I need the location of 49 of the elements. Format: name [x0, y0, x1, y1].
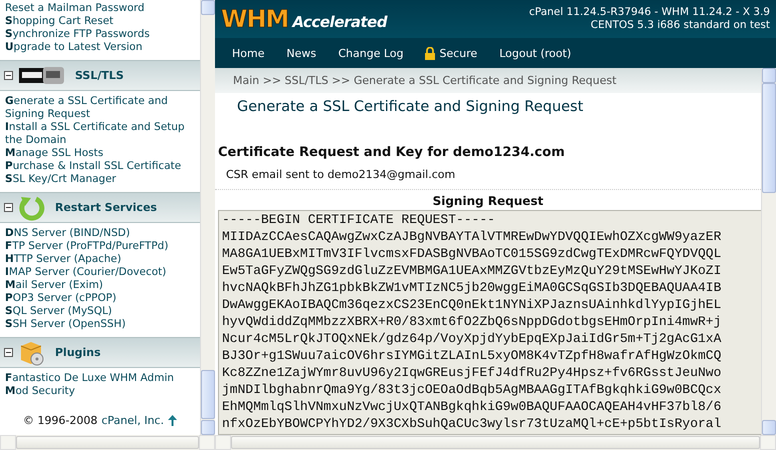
sidebar-link[interactable]: Synchronize FTP Passwords [5, 28, 186, 41]
nav-link[interactable]: Home [232, 46, 264, 60]
sidebar-link[interactable]: FTP Server (ProFTPd/PureFTPd) [5, 240, 186, 253]
box-with-disc-icon [19, 340, 45, 366]
nav-link[interactable]: News [286, 46, 316, 60]
sidebar-link[interactable]: DNS Server (BIND/NSD) [5, 227, 186, 240]
logo-subtitle: Accelerated [292, 13, 387, 31]
result-heading: Certificate Request and Key for demo1234.com [218, 145, 566, 160]
sidebar-link[interactable]: Reset a Mailman Password [5, 2, 186, 15]
sidebar-link[interactable]: SSH Server (OpenSSH) [5, 318, 186, 331]
nav-link[interactable]: Logout (root) [499, 46, 572, 60]
panel-title: Signing Request [215, 189, 761, 210]
collapse-toggle[interactable] [4, 71, 13, 80]
sidebar-link[interactable]: Purchase & Install SSL Certificate [5, 160, 186, 173]
section-title: Plugins [55, 346, 101, 359]
circular-arrow-icon [19, 194, 45, 220]
version-text: CENTOS 5.3 i686 standard on test [590, 19, 770, 32]
page-title: Generate a SSL Certificate and Signing Request [237, 99, 584, 115]
cpanel-link[interactable]: cPanel, Inc. [101, 414, 164, 427]
section-title: SSL/TLS [75, 69, 124, 82]
version-text: cPanel 11.24.5-R37946 - WHM 11.24.2 - X 3.9 [529, 6, 770, 19]
copyright-text: © 1996-2008 [23, 414, 98, 427]
sidebar-link[interactable]: SQL Server (MySQL) [5, 305, 186, 318]
certificate-request-text: -----BEGIN CERTIFICATE REQUEST----- MIIDAzCCAesCAQAwgZwxCzAJBgNVBAYTAlVTMREwDwYDVQQIEwhOZXcgWW9yazER MA8GA1UEBxMITmV3IFlvcmsxFDASBgNVBAoTC015SG9zdCwgTExDMRcwFQYDVQQL Ew5TaGFyZWQgSG9zdGluZzEVMBMGA1UEAxMMZGVtbzEyMzQuY29tMSEwHwYJKoZI hvcNAQkBFhJhZG1pbkBkZW1vMTIzNC5jb20wggEiMA0GCSqGSIb3DQEBAQUAA4IB DwAwggEKAoIBAQCm36qezxCS23EnCQ0nEkt1NYNiXPJaznsUAinhkdlYypIGjhEL hyvQWdiddZqMMbzzXBRX+R0/83xmt6fO2ZbQ6sNppDGdotbgsEHmOrpIni4mwR+j Ncur4cM5LrQkJTOQxNEk/gdz64p/VoyXpjdYybEpqEXpJaiIdGr5m+Tj2gAcG1xA BJ3Or+g1SWuu7aicOV6hrsIYMGitZLAInL5xyOM8K4vTZpfH8wafrAfHgWzOkmCQ Kc8ZZne1ZajWYmr8uvU96y2IqwGREusjFEfJ4dfRu2Py4Hpsz+fv6RGsstJeuNwo jmNDIlbghabnrQma9Yg/83t3jcOEOaOdBqb5AgMBAAGgITAfBgkqhkiG9w0BCQcx EhMQMmlqSlhVNmxuNzVwcjUxQTANBgkqhkiG9w0BAQUFAAOCAQEAH4vHF37bl8/6 nfxOzEbYBOWCPYhYD2/9X3CXbSuhQaCUc3wylsr73tUzaMQl+cE+p5btIsRyoral [218, 210, 761, 435]
sidebar-link[interactable]: HTTP Server (Apache) [5, 253, 186, 266]
logo-text: WHM [221, 5, 288, 33]
sidebar-link[interactable]: SSL Key/Crt Manager [5, 173, 186, 186]
sidebar-link[interactable]: Shopping Cart Reset [5, 15, 186, 28]
status-message: CSR email sent to demo2134@gmail.com [226, 168, 456, 181]
collapse-toggle[interactable] [4, 348, 13, 357]
lock-icon [425, 46, 436, 60]
horizontal-scrollbar[interactable] [215, 435, 776, 450]
collapse-toggle[interactable] [4, 203, 13, 212]
sidebar-link[interactable]: IMAP Server (Courier/Dovecot) [5, 266, 186, 279]
sidebar-link[interactable]: Manage SSL Hosts [5, 147, 186, 160]
mod-ssl-logo-icon [19, 66, 65, 86]
breadcrumb-text: Main >> SSL/TLS >> Generate a SSL Certificate and Signing Request [233, 74, 616, 87]
sidebar-link[interactable]: Mod Security [5, 385, 186, 398]
horizontal-scrollbar[interactable] [0, 435, 215, 450]
sidebar-link[interactable]: Upgrade to Latest Version [5, 41, 186, 54]
sidebar-link[interactable]: Mail Server (Exim) [5, 279, 186, 292]
nav-link[interactable]: Change Log [338, 46, 404, 60]
vertical-scrollbar[interactable] [761, 68, 776, 435]
sidebar-link[interactable]: Fantastico De Luxe WHM Admin [5, 372, 186, 385]
nav-link[interactable]: Secure [425, 46, 478, 60]
section-title: Restart Services [55, 201, 157, 214]
sidebar-link[interactable]: POP3 Server (cPPOP) [5, 292, 186, 305]
up-arrow-icon[interactable] [168, 415, 177, 426]
vertical-scrollbar[interactable] [200, 0, 215, 435]
